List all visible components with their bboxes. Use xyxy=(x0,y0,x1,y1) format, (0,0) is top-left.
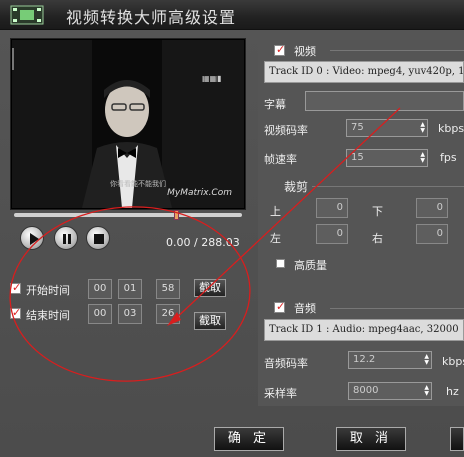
corner-logo: ▦▦▮ xyxy=(202,74,222,83)
samplerate-value: 8000 xyxy=(353,385,379,396)
high-quality-label: 高质量 xyxy=(294,259,327,272)
stop-icon xyxy=(94,234,104,244)
end-time-checkbox[interactable]: ✓ xyxy=(10,306,22,319)
end-minute-field[interactable]: 03 xyxy=(118,304,142,324)
start-minute-field[interactable]: 01 xyxy=(118,279,142,299)
check-icon: ✓ xyxy=(12,281,22,294)
audio-bitrate-label: 音频码率 xyxy=(264,357,308,370)
video-preview: ▦▦▮ 你看看能不能我们 MyMatrix.Com xyxy=(10,38,246,210)
video-bitrate-spinner[interactable]: 75 ▲ ▼ xyxy=(346,119,428,137)
crop-right-field[interactable]: 0 xyxy=(416,224,448,244)
video-bitrate-label: 视频码率 xyxy=(264,124,308,137)
high-quality-checkbox[interactable] xyxy=(276,259,285,268)
start-hour-field[interactable]: 00 xyxy=(88,279,112,299)
time-current: 0.00 xyxy=(166,236,191,249)
end-hour-field[interactable]: 00 xyxy=(88,304,112,324)
samplerate-unit: hz xyxy=(446,385,459,398)
audio-section-header: ✓ 音频 xyxy=(274,299,464,315)
end-time-label: 结束时间 xyxy=(26,309,70,322)
divider xyxy=(330,50,464,51)
play-button[interactable] xyxy=(20,226,44,250)
audio-enable-checkbox[interactable]: ✓ xyxy=(274,300,286,313)
extra-button-partial[interactable] xyxy=(450,427,464,451)
samplerate-label: 采样率 xyxy=(264,387,297,400)
audio-section-title: 音频 xyxy=(294,302,316,315)
crop-title: 裁剪 xyxy=(284,180,309,194)
end-second-field[interactable]: 26 xyxy=(156,304,180,324)
check-icon: ✓ xyxy=(276,43,286,56)
end-cut-button[interactable]: 截取 xyxy=(194,312,226,330)
audio-track-select[interactable]: Track ID 1 : Audio: mpeg4aac, 32000 xyxy=(264,319,464,341)
audio-bitrate-spinner[interactable]: 12.2 ▲ ▼ xyxy=(348,351,432,369)
seek-thumb[interactable] xyxy=(174,210,179,220)
subtitle-label: 字幕 xyxy=(264,98,286,111)
divider xyxy=(312,186,464,187)
check-icon: ✓ xyxy=(12,306,22,319)
crop-top-label: 上 xyxy=(270,205,281,218)
spinner-arrows-icon: ▲ ▼ xyxy=(424,384,429,397)
crop-top-field[interactable]: 0 xyxy=(316,198,348,218)
window-title: 视频转换大师高级设置 xyxy=(66,8,237,27)
spinner-arrows-icon: ▲ ▼ xyxy=(420,121,425,134)
samplerate-spinner[interactable]: 8000 ▲ ▼ xyxy=(348,382,432,400)
crop-left-label: 左 xyxy=(270,232,281,245)
fps-value: 15 xyxy=(351,152,364,163)
play-icon xyxy=(30,233,39,245)
start-cut-button[interactable]: 截取 xyxy=(194,279,226,297)
video-caption: 你看看能不能我们 xyxy=(110,180,166,188)
fps-unit: fps xyxy=(440,151,457,164)
pause-button[interactable] xyxy=(54,226,78,250)
video-watermark: MyMatrix.Com xyxy=(167,188,232,198)
start-time-checkbox[interactable]: ✓ xyxy=(10,281,22,294)
video-section-title: 视频 xyxy=(294,45,316,58)
audio-bitrate-value: 12.2 xyxy=(353,354,376,365)
stop-button[interactable] xyxy=(86,226,110,250)
time-separator: / xyxy=(194,236,198,249)
crop-right-label: 右 xyxy=(372,232,383,245)
video-bitrate-unit: kbps xyxy=(438,122,464,135)
audio-bitrate-unit: kbps xyxy=(442,355,464,368)
fps-label: 帧速率 xyxy=(264,153,297,166)
divider xyxy=(330,308,464,309)
start-time-label: 开始时间 xyxy=(26,284,70,297)
subtitle-input[interactable] xyxy=(305,91,464,111)
ok-button[interactable]: 确 定 xyxy=(214,427,284,451)
time-total: 288.03 xyxy=(201,236,240,249)
start-second-field[interactable]: 58 xyxy=(156,279,180,299)
seek-bar[interactable] xyxy=(14,213,242,217)
pause-icon xyxy=(63,234,71,244)
start-time-row: ✓ 开始时间 00 01 58 截取 xyxy=(10,279,250,301)
crop-bottom-field[interactable]: 0 xyxy=(416,198,448,218)
video-bitrate-value: 75 xyxy=(351,122,364,133)
end-time-row: ✓ 结束时间 00 03 26 截取 xyxy=(10,304,250,330)
video-track-select[interactable]: Track ID 0 : Video: mpeg4, yuv420p, 1 xyxy=(264,61,464,83)
crop-bottom-label: 下 xyxy=(372,205,383,218)
spinner-arrows-icon: ▲ ▼ xyxy=(420,151,425,164)
cancel-button[interactable]: 取 消 xyxy=(336,427,406,451)
crop-left-field[interactable]: 0 xyxy=(316,224,348,244)
fps-spinner[interactable]: 15 ▲ ▼ xyxy=(346,149,428,167)
check-icon: ✓ xyxy=(276,300,286,313)
spinner-arrows-icon: ▲ ▼ xyxy=(424,353,429,366)
film-icon xyxy=(10,5,44,25)
time-readout: 0.00 / 288.03 xyxy=(166,236,240,249)
player-controls: 0.00 / 288.03 xyxy=(14,222,242,254)
video-enable-checkbox[interactable]: ✓ xyxy=(274,43,286,56)
title-bar: 视频转换大师高级设置 xyxy=(0,0,464,30)
